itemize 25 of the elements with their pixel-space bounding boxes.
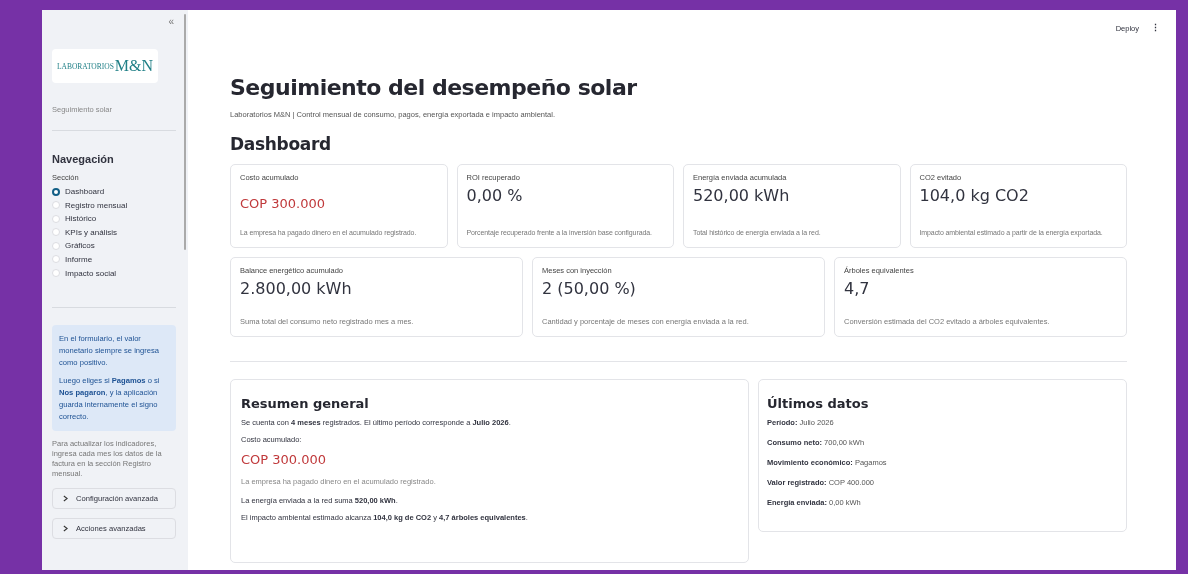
card-title: Últimos datos [767, 396, 870, 411]
metric-value: 520,00 kWh [693, 186, 791, 205]
nav-radio-option[interactable]: KPIs y análisis [52, 226, 178, 238]
nav-radio-option[interactable]: Dashboard [52, 186, 178, 197]
nav-radio-option[interactable]: Informe [52, 253, 178, 265]
nav-radio-option[interactable]: Histórico [52, 213, 178, 225]
metric-value: 0,00 % [466, 186, 524, 205]
metric-value: 4,7 [844, 279, 871, 298]
page-title: Seguimiento del desempeño solar [230, 75, 638, 100]
menu-button[interactable]: ⋮ [1151, 23, 1160, 33]
card-title: Resumen general [241, 396, 370, 411]
chevron-icon [63, 494, 68, 502]
nav-radio-option[interactable]: Gráficos [52, 240, 178, 252]
scrollbar[interactable] [184, 14, 186, 250]
metric-value: COP 300.000 [240, 196, 327, 211]
section-heading: Dashboard [230, 134, 332, 154]
metric-value: 2 (50,00 %) [542, 279, 637, 298]
metric-value: 2.800,00 kWh [240, 279, 353, 298]
collapse-button[interactable]: « [168, 16, 174, 27]
cost-value: COP 300.000 [241, 452, 328, 467]
metric-value: 104,0 kg CO2 [919, 186, 1030, 205]
nav-radio-option[interactable]: Registro mensual [52, 199, 178, 211]
chevron-icon [63, 524, 68, 532]
nav-heading: Navegación [52, 153, 115, 165]
nav-radio-option[interactable]: Impacto social [52, 267, 178, 279]
